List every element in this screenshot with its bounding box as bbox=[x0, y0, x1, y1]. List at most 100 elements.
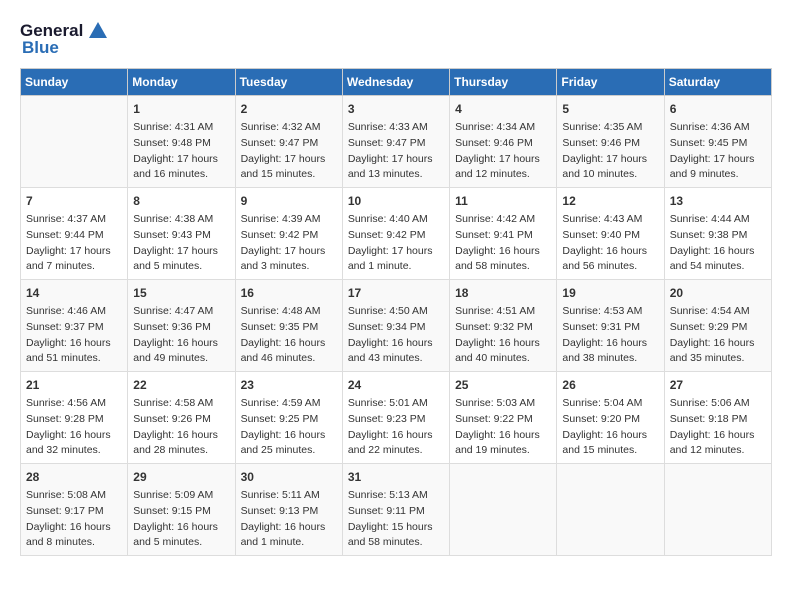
day-number: 9 bbox=[241, 192, 337, 210]
calendar-cell: 16Sunrise: 4:48 AMSunset: 9:35 PMDayligh… bbox=[235, 280, 342, 372]
calendar-cell: 17Sunrise: 4:50 AMSunset: 9:34 PMDayligh… bbox=[342, 280, 449, 372]
day-number: 27 bbox=[670, 376, 766, 394]
calendar-cell: 2Sunrise: 4:32 AMSunset: 9:47 PMDaylight… bbox=[235, 96, 342, 188]
cell-line: Sunrise: 5:01 AM bbox=[348, 396, 444, 412]
calendar-cell: 21Sunrise: 4:56 AMSunset: 9:28 PMDayligh… bbox=[21, 372, 128, 464]
cell-line: and 58 minutes. bbox=[348, 535, 444, 551]
cell-content: Sunrise: 4:51 AMSunset: 9:32 PMDaylight:… bbox=[455, 304, 551, 367]
cell-line: and 46 minutes. bbox=[241, 351, 337, 367]
cell-content: Sunrise: 4:58 AMSunset: 9:26 PMDaylight:… bbox=[133, 396, 229, 459]
logo-icon bbox=[87, 20, 109, 42]
cell-line: Sunrise: 4:40 AM bbox=[348, 212, 444, 228]
cell-line: Daylight: 16 hours bbox=[133, 520, 229, 536]
cell-line: Sunset: 9:40 PM bbox=[562, 228, 658, 244]
cell-line: Sunset: 9:22 PM bbox=[455, 412, 551, 428]
cell-line: Sunset: 9:25 PM bbox=[241, 412, 337, 428]
cell-line: and 16 minutes. bbox=[133, 167, 229, 183]
day-number: 6 bbox=[670, 100, 766, 118]
cell-line: and 56 minutes. bbox=[562, 259, 658, 275]
day-number: 12 bbox=[562, 192, 658, 210]
cell-line: Sunrise: 5:03 AM bbox=[455, 396, 551, 412]
cell-content: Sunrise: 4:50 AMSunset: 9:34 PMDaylight:… bbox=[348, 304, 444, 367]
cell-line: Daylight: 16 hours bbox=[241, 520, 337, 536]
day-number: 18 bbox=[455, 284, 551, 302]
cell-line: Sunrise: 4:48 AM bbox=[241, 304, 337, 320]
cell-line: Sunrise: 4:31 AM bbox=[133, 120, 229, 136]
calendar-cell: 15Sunrise: 4:47 AMSunset: 9:36 PMDayligh… bbox=[128, 280, 235, 372]
column-header-wednesday: Wednesday bbox=[342, 69, 449, 96]
cell-line: and 38 minutes. bbox=[562, 351, 658, 367]
day-number: 23 bbox=[241, 376, 337, 394]
cell-line: Sunset: 9:36 PM bbox=[133, 320, 229, 336]
cell-line: Sunset: 9:29 PM bbox=[670, 320, 766, 336]
cell-line: and 19 minutes. bbox=[455, 443, 551, 459]
cell-line: Sunset: 9:38 PM bbox=[670, 228, 766, 244]
cell-line: Daylight: 16 hours bbox=[455, 336, 551, 352]
cell-line: Daylight: 17 hours bbox=[26, 244, 122, 260]
cell-line: Sunrise: 5:09 AM bbox=[133, 488, 229, 504]
cell-line: Sunset: 9:28 PM bbox=[26, 412, 122, 428]
calendar-table: SundayMondayTuesdayWednesdayThursdayFrid… bbox=[20, 68, 772, 556]
cell-line: Daylight: 16 hours bbox=[562, 336, 658, 352]
day-number: 29 bbox=[133, 468, 229, 486]
cell-line: and 12 minutes. bbox=[455, 167, 551, 183]
cell-line: Daylight: 16 hours bbox=[133, 428, 229, 444]
calendar-cell: 20Sunrise: 4:54 AMSunset: 9:29 PMDayligh… bbox=[664, 280, 771, 372]
calendar-cell: 24Sunrise: 5:01 AMSunset: 9:23 PMDayligh… bbox=[342, 372, 449, 464]
cell-line: Sunset: 9:11 PM bbox=[348, 504, 444, 520]
cell-line: and 22 minutes. bbox=[348, 443, 444, 459]
cell-line: Sunrise: 4:42 AM bbox=[455, 212, 551, 228]
cell-line: Daylight: 17 hours bbox=[670, 152, 766, 168]
cell-line: Sunset: 9:35 PM bbox=[241, 320, 337, 336]
calendar-cell: 29Sunrise: 5:09 AMSunset: 9:15 PMDayligh… bbox=[128, 464, 235, 556]
calendar-cell: 9Sunrise: 4:39 AMSunset: 9:42 PMDaylight… bbox=[235, 188, 342, 280]
cell-line: Sunset: 9:46 PM bbox=[455, 136, 551, 152]
cell-line: Sunset: 9:41 PM bbox=[455, 228, 551, 244]
cell-line: Sunrise: 4:47 AM bbox=[133, 304, 229, 320]
calendar-cell: 8Sunrise: 4:38 AMSunset: 9:43 PMDaylight… bbox=[128, 188, 235, 280]
calendar-cell bbox=[664, 464, 771, 556]
cell-content: Sunrise: 4:31 AMSunset: 9:48 PMDaylight:… bbox=[133, 120, 229, 183]
cell-content: Sunrise: 4:54 AMSunset: 9:29 PMDaylight:… bbox=[670, 304, 766, 367]
calendar-cell: 26Sunrise: 5:04 AMSunset: 9:20 PMDayligh… bbox=[557, 372, 664, 464]
column-header-monday: Monday bbox=[128, 69, 235, 96]
calendar-week-row: 21 Sunrise: 4:56 AMSunset: 9:28 PM Dayligh… bbox=[21, 372, 772, 464]
cell-line: Daylight: 17 hours bbox=[133, 244, 229, 260]
cell-line: Sunset: 9:13 PM bbox=[241, 504, 337, 520]
cell-line: and 40 minutes. bbox=[455, 351, 551, 367]
cell-line: Sunset: 9:46 PM bbox=[562, 136, 658, 152]
column-header-friday: Friday bbox=[557, 69, 664, 96]
cell-line: Sunrise: 4:34 AM bbox=[455, 120, 551, 136]
cell-content: Sunrise: 4:43 AMSunset: 9:40 PMDaylight:… bbox=[562, 212, 658, 275]
cell-line: and 35 minutes. bbox=[670, 351, 766, 367]
cell-line: Sunset: 9:42 PM bbox=[241, 228, 337, 244]
cell-line: Sunrise: 4:44 AM bbox=[670, 212, 766, 228]
cell-line: Daylight: 17 hours bbox=[562, 152, 658, 168]
cell-line: and 3 minutes. bbox=[241, 259, 337, 275]
cell-line: Daylight: 16 hours bbox=[133, 336, 229, 352]
cell-line: Daylight: 16 hours bbox=[26, 520, 122, 536]
cell-content: Sunrise: 4:37 AMSunset: 9:44 PMDaylight:… bbox=[26, 212, 122, 275]
day-number: 26 bbox=[562, 376, 658, 394]
cell-line: and 7 minutes. bbox=[26, 259, 122, 275]
cell-line: Sunrise: 4:59 AM bbox=[241, 396, 337, 412]
cell-line: and 5 minutes. bbox=[133, 535, 229, 551]
cell-line: and 1 minute. bbox=[241, 535, 337, 551]
day-number: 5 bbox=[562, 100, 658, 118]
calendar-cell: 5Sunrise: 4:35 AMSunset: 9:46 PMDaylight… bbox=[557, 96, 664, 188]
cell-line: Sunrise: 4:39 AM bbox=[241, 212, 337, 228]
cell-content: Sunrise: 5:01 AMSunset: 9:23 PMDaylight:… bbox=[348, 396, 444, 459]
day-number: 21 bbox=[26, 376, 122, 394]
day-number: 30 bbox=[241, 468, 337, 486]
column-header-saturday: Saturday bbox=[664, 69, 771, 96]
calendar-cell: 18 Sunrise: 4:51 AMSunset: 9:32 PMDayligh… bbox=[450, 280, 557, 372]
calendar-header-row: SundayMondayTuesdayWednesdayThursdayFrid… bbox=[21, 69, 772, 96]
day-number: 7 bbox=[26, 192, 122, 210]
cell-line: Sunrise: 4:33 AM bbox=[348, 120, 444, 136]
cell-line: Sunrise: 4:56 AM bbox=[26, 396, 122, 412]
cell-line: Sunset: 9:31 PM bbox=[562, 320, 658, 336]
cell-content: Sunrise: 5:03 AMSunset: 9:22 PMDaylight:… bbox=[455, 396, 551, 459]
calendar-week-row: 1Sunrise: 4:31 AMSunset: 9:48 PMDaylight… bbox=[21, 96, 772, 188]
cell-line: Daylight: 16 hours bbox=[670, 336, 766, 352]
cell-line: Sunset: 9:42 PM bbox=[348, 228, 444, 244]
